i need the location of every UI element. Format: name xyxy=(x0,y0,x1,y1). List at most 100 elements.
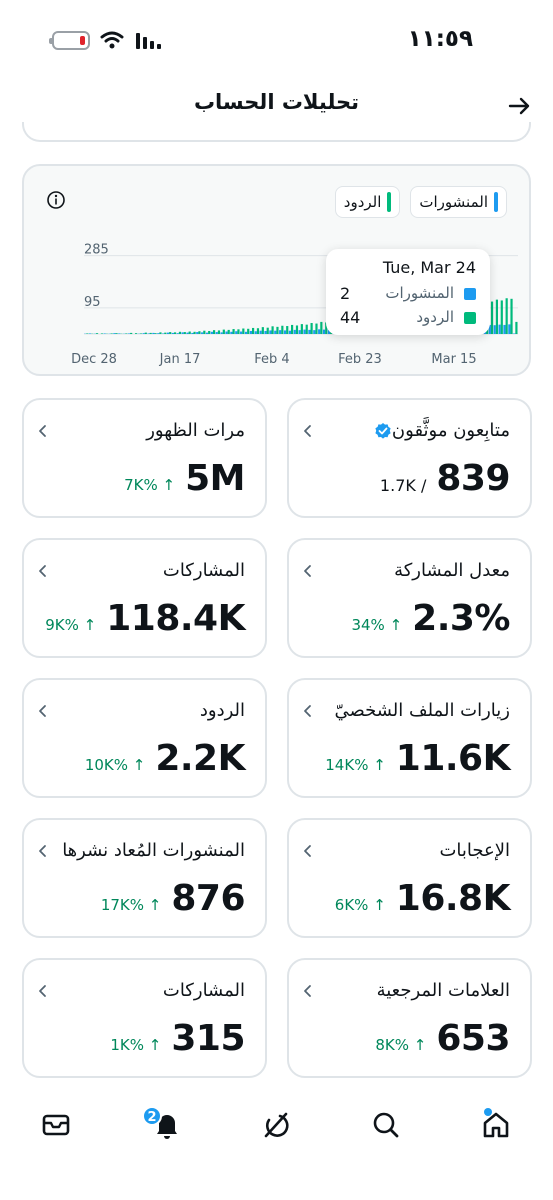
bar-posts xyxy=(186,332,189,335)
bar-posts xyxy=(288,330,291,334)
stat-card[interactable]: المشاركات 118.4K 9K% ↑ xyxy=(22,538,267,658)
bar-posts xyxy=(88,333,92,334)
stat-card[interactable]: زيارات الملف الشخصيّ 11.6K 14K% ↑ xyxy=(287,678,532,798)
stat-card-label-text: مرات الظهور xyxy=(146,420,245,441)
bar-posts xyxy=(152,332,155,334)
stat-card-change: 9K% ↑ xyxy=(45,616,97,634)
chevron-left-icon xyxy=(39,565,46,577)
back-arrow-icon[interactable] xyxy=(507,94,531,118)
stat-card-change: 10K% ↑ xyxy=(84,756,146,774)
tooltip-replies-value: 44 xyxy=(340,308,361,327)
battery-icon xyxy=(49,31,90,50)
wifi-icon xyxy=(100,31,124,49)
stat-card-value: 16.8K xyxy=(395,878,511,919)
bar-replies xyxy=(266,327,269,334)
stat-card-label: المشاركات xyxy=(163,560,245,581)
bar-replies xyxy=(203,330,206,334)
chevron-left-icon xyxy=(304,845,311,857)
signal-icon xyxy=(136,33,161,49)
stat-card-sub: 1.7K / xyxy=(379,476,427,495)
stat-card[interactable]: مرات الظهور 5M 7K% ↑ xyxy=(22,398,267,518)
chevron-left-icon xyxy=(304,985,311,997)
bar-replies xyxy=(178,331,182,334)
bar-replies xyxy=(217,330,221,334)
x-tick-label: Jan 17 xyxy=(159,352,201,367)
chevron-left-icon xyxy=(39,705,46,717)
bar-posts xyxy=(313,330,316,334)
bar-replies xyxy=(227,329,230,335)
bar-posts xyxy=(279,330,282,334)
x-tick-label: Feb 23 xyxy=(338,352,382,367)
bar-posts xyxy=(498,324,501,334)
stat-card-value: 11.6K xyxy=(395,738,511,779)
stat-card-change: 14K% ↑ xyxy=(325,756,386,774)
info-icon[interactable] xyxy=(46,190,66,210)
bar-posts xyxy=(142,333,145,334)
stat-card-label: متابِعون موثَّقون xyxy=(368,420,510,441)
bar-posts xyxy=(493,325,496,334)
stat-card[interactable]: الردود 2.2K 10K% ↑ xyxy=(22,678,267,798)
bar-replies xyxy=(125,333,128,334)
bar-replies xyxy=(212,330,216,334)
bar-posts xyxy=(259,330,262,334)
stat-card[interactable]: العلامات المرجعية 653 8K% ↑ xyxy=(287,958,532,1078)
stat-card-label-text: الردود xyxy=(199,700,245,721)
bar-replies xyxy=(276,326,279,334)
bar-replies xyxy=(110,333,113,334)
stat-card-label: المشاركات xyxy=(163,980,245,1001)
stat-card-label: الإعجابات xyxy=(439,840,510,861)
bar-replies xyxy=(291,324,294,334)
tooltip-posts-value: 2 xyxy=(340,284,351,303)
notifications-badge: 2 xyxy=(142,1106,162,1126)
stat-card[interactable]: المشاركات 315 1K% ↑ xyxy=(22,958,267,1078)
stat-card-change: 1K% ↑ xyxy=(110,1036,162,1054)
bar-posts xyxy=(513,333,516,334)
bar-posts xyxy=(322,329,326,334)
chart-legend: المنشورات الردود xyxy=(334,186,507,218)
stat-card-label-text: زيارات الملف الشخصيّ xyxy=(334,700,510,721)
legend-posts[interactable]: المنشورات xyxy=(410,186,507,218)
y-tick-label: 285 xyxy=(84,243,109,258)
bar-posts xyxy=(240,331,243,334)
chevron-left-icon xyxy=(304,705,311,717)
stat-card-value: 653 xyxy=(436,1018,510,1059)
bar-replies xyxy=(305,324,308,334)
stat-card-label-text: العلامات المرجعية xyxy=(376,980,510,1001)
tooltip-row-posts: 2 المنشورات xyxy=(340,283,476,305)
stat-card[interactable]: الإعجابات 16.8K 6K% ↑ xyxy=(287,818,532,938)
y-tick-label: 95 xyxy=(84,295,101,310)
bar-posts xyxy=(274,330,277,334)
stat-card[interactable]: متابِعون موثَّقون 839 1.7K / xyxy=(287,398,532,518)
bar-replies xyxy=(169,332,172,334)
bar-posts xyxy=(210,331,213,334)
bar-posts xyxy=(235,331,238,334)
chevron-left-icon xyxy=(39,985,46,997)
stat-card-change: 8K% ↑ xyxy=(375,1036,427,1054)
messages-icon[interactable] xyxy=(40,1109,72,1141)
legend-replies[interactable]: الردود xyxy=(334,186,401,218)
bar-replies xyxy=(242,328,245,334)
bar-replies xyxy=(130,332,133,334)
verified-badge-icon xyxy=(375,423,391,439)
bar-replies xyxy=(300,324,303,334)
bar-replies xyxy=(256,328,260,334)
x-tick-label: Mar 15 xyxy=(431,352,476,367)
stat-card[interactable]: المنشورات المُعاد نشرها 876 17K% ↑ xyxy=(22,818,267,938)
bar-posts xyxy=(147,333,150,334)
legend-replies-swatch xyxy=(387,192,392,212)
bar-posts xyxy=(181,332,184,334)
bar-posts xyxy=(508,324,511,335)
bar-posts xyxy=(191,332,194,334)
bar-replies xyxy=(261,327,264,335)
chevron-left-icon xyxy=(304,425,311,437)
search-icon[interactable] xyxy=(370,1109,402,1141)
grok-icon[interactable] xyxy=(260,1109,292,1141)
bar-posts xyxy=(127,333,131,334)
stat-card-value: 876 xyxy=(171,878,245,919)
bar-posts xyxy=(503,324,506,334)
bar-posts xyxy=(196,332,199,334)
stat-card[interactable]: معدل المشاركة 2.3% 34% ↑ xyxy=(287,538,532,658)
tooltip-date: Tue, Mar 24 xyxy=(382,258,476,277)
stat-card-value: 2.2K xyxy=(155,738,245,779)
stat-card-label: مرات الظهور xyxy=(146,420,245,441)
